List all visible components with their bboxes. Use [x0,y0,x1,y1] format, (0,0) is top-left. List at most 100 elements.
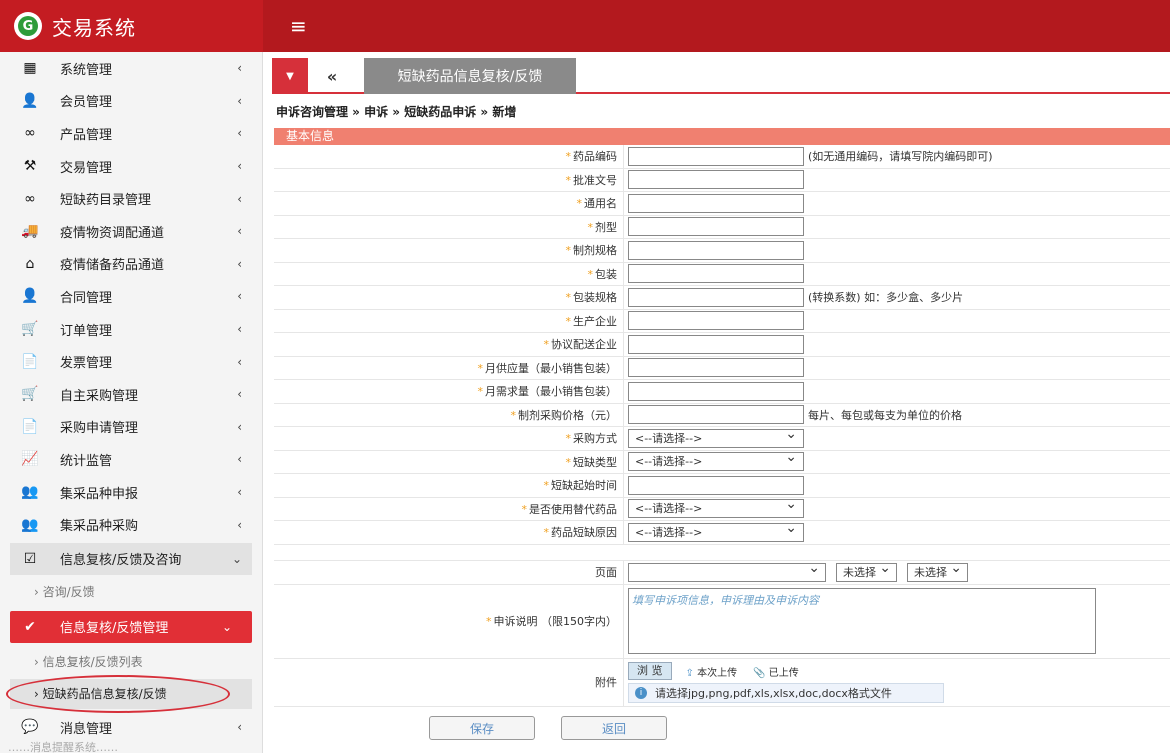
form-select[interactable]: <--请选择--> [628,496,804,519]
logo: G [14,12,42,40]
sidebar-group-review-manage[interactable]: ✔ 信息复核/反馈管理 ⌄ [10,610,252,643]
form-row: * 采购方式 <--请选择--> [274,426,1170,451]
form-label: * 通用名 [274,192,624,215]
form-hint: (如无通用编码，请填写院内编码即可) [808,150,993,164]
sidebar-item[interactable]: 👤 合同管理 ‹ [0,280,262,313]
attach-row: 附件 浏 览 ⇪ 本次上传 📎 已上传 i 请选择jpg,png,pdf,xls… [274,658,1170,707]
form-label: * 剂型 [274,215,624,238]
form-row: * 生产企业 [274,309,1170,333]
upload-this-button[interactable]: ⇪ 本次上传 [686,664,738,679]
truck-icon: 🚚 [21,223,39,240]
chevron-left-icon: ‹ [237,354,242,369]
form-value: <--请选择--> [624,520,1170,544]
sidebar-item[interactable]: 👥 集采品种采购 ‹ [0,508,262,541]
sidebar-item[interactable]: 📄 采购申请管理 ‹ [0,411,262,444]
tab-active[interactable]: 短缺药品信息复核/反馈 [364,58,576,94]
sidebar-item[interactable]: ▦ 系统管理 ‹ [0,52,262,85]
form-row: * 制剂规格 [274,239,1170,263]
chevron-left-icon: ‹ [237,485,242,500]
sidebar-item-label: 会员管理 [60,95,113,111]
menu-toggle-icon[interactable]: ≡ [290,14,307,38]
form-input[interactable] [628,287,804,307]
attach-box: 浏 览 ⇪ 本次上传 📎 已上传 i 请选择jpg,png,pdf,xls,xl… [628,661,944,703]
form-input[interactable] [628,475,804,495]
page-select-2[interactable]: 未选择 [836,560,897,582]
form-row: * 短缺起始时间 [274,474,1170,498]
form-input[interactable] [628,334,804,354]
form-hint: 每片、每包或每支为单位的价格 [808,408,962,422]
uploaded-button[interactable]: 📎 已上传 [753,664,799,679]
sidebar-item-label: 产品管理 [60,127,113,143]
back-button[interactable]: 返回 [561,716,667,740]
form-value: <--请选择--> [624,496,1170,521]
grid-icon: ▦ [23,60,37,77]
sidebar-group-review-consult[interactable]: ☑ 信息复核/反馈及咨询 ⌄ [10,542,252,575]
tab-dropdown-button[interactable]: ▼ [272,58,308,94]
sidebar-nav: ▦ 系统管理 ‹ 👤 会员管理 ‹ ∞ 产品管理 ‹ ⚒ 交易管理 ‹ ∞ 短缺药目录管理 ‹ 🚚 疫情物资调配… [0,52,262,541]
sidebar-item[interactable]: 👥 集采品种申报 ‹ [0,476,262,509]
page-select-1[interactable] [628,560,826,582]
form: * 药品编码 (如无通用编码，请填写院内编码即可) * 批准文号 * 通用名 * 剂型 * 制剂规格… [274,145,1170,707]
sidebar-item[interactable]: ∞ 短缺药目录管理 ‹ [0,182,262,215]
chevron-left-icon: ‹ [237,191,242,206]
form-label: * 短缺起始时间 [274,474,624,497]
user-sign-icon: 👤 [21,288,39,305]
chevron-left-icon: ‹ [237,126,242,141]
sidebar-item[interactable]: ⌂ 疫情储备药品通道 ‹ [0,248,262,281]
form-input[interactable] [628,217,804,237]
form-row: * 通用名 [274,192,1170,216]
save-button[interactable]: 保存 [429,716,535,740]
form-input[interactable] [628,381,804,401]
sidebar-sub-review-list[interactable]: › 信息复核/反馈列表 [0,647,262,677]
sidebar-item[interactable]: ∞ 产品管理 ‹ [0,117,262,150]
form-label: * 是否使用替代药品 [274,497,624,520]
check-circle-icon: ✔ [24,618,36,635]
form-input[interactable] [628,264,804,284]
sidebar-item[interactable]: ⚒ 交易管理 ‹ [0,150,262,183]
form-value: 每片、每包或每支为单位的价格 [624,404,1170,427]
chevron-left-icon: ‹ [237,93,242,108]
appeal-textarea[interactable]: 填写申诉项信息，申诉理由及申诉内容 [628,588,1096,654]
form-label: * 包装规格 [274,286,624,309]
brand[interactable]: G 交易系统 [0,0,263,52]
users-icon: 👥 [21,516,39,533]
form-input[interactable] [628,240,804,260]
sidebar-item-label: 交易管理 [60,160,113,176]
sidebar-item-label: 疫情储备药品通道 [60,258,165,274]
sidebar-item[interactable]: 📈 统计监管 ‹ [0,443,262,476]
breadcrumb: 申诉咨询管理 » 申诉 » 短缺药品申诉 » 新增 [276,105,517,119]
form-input[interactable] [628,170,804,190]
form-value: <--请选择--> [624,449,1170,474]
line-chart-icon: 📈 [21,451,39,468]
form-label: * 月需求量（最小销售包装） [274,380,624,403]
form-input[interactable] [628,146,804,166]
tab-back-button[interactable]: « [312,58,352,94]
form-select[interactable]: <--请选择--> [628,449,804,472]
sidebar-item[interactable]: 🚚 疫情物资调配通道 ‹ [0,215,262,248]
sidebar-sub-shortage-review[interactable]: › 短缺药品信息复核/反馈 [6,674,252,713]
user-icon: 👤 [21,92,39,109]
form-value [624,310,1170,333]
sidebar-item[interactable]: 🛒 自主采购管理 ‹ [0,378,262,411]
browse-button[interactable]: 浏 览 [628,662,672,680]
chevron-left-icon: ‹ [237,452,242,467]
form-input[interactable] [628,311,804,331]
form-input[interactable] [628,405,804,425]
form-row: * 协议配送企业 [274,333,1170,357]
top-bar: G 交易系统 ≡ [0,0,1170,52]
form-select[interactable]: <--请选择--> [628,426,804,448]
form-select[interactable]: <--请选择--> [628,520,804,542]
attach-value: 浏 览 ⇪ 本次上传 📎 已上传 i 请选择jpg,png,pdf,xls,xl… [624,659,1170,706]
form-input[interactable] [628,193,804,213]
sidebar-item[interactable]: 📄 发票管理 ‹ [0,345,262,378]
form-input[interactable] [628,358,804,378]
form-label: * 药品编码 [274,145,624,168]
form-label: * 短缺类型 [274,450,624,473]
sidebar-item[interactable]: 👤 会员管理 ‹ [0,85,262,118]
page-select-3[interactable]: 未选择 [907,560,968,582]
form-label: * 药品短缺原因 [274,521,624,544]
sidebar-item[interactable]: 🛒 订单管理 ‹ [0,313,262,346]
sidebar-sub-consult[interactable]: › 咨询/反馈 [0,577,262,607]
form-row: * 药品短缺原因 <--请选择--> [274,520,1170,545]
chevron-left-icon: ‹ [237,289,242,304]
